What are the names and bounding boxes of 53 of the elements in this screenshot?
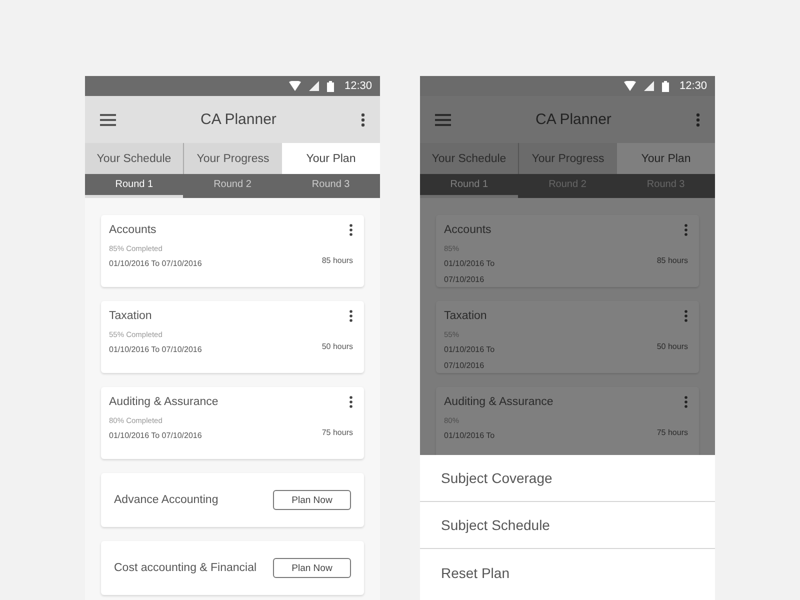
hours-text: 75 hours	[656, 428, 688, 437]
round-tab[interactable]: Round 1	[85, 174, 184, 198]
round-tab[interactable]: Round 1	[420, 174, 518, 198]
signal-icon	[309, 81, 320, 91]
wifi-icon	[289, 81, 302, 91]
hours-text: 50 hours	[322, 342, 353, 351]
menu-icon[interactable]	[435, 114, 451, 126]
subject-name: Advance Accounting	[114, 494, 218, 506]
more-icon[interactable]	[349, 310, 353, 322]
tab[interactable]: Your Plan	[282, 143, 380, 174]
battery-icon	[662, 80, 670, 92]
wifi-icon	[624, 81, 636, 91]
app-title: CA Planner	[200, 111, 276, 128]
date-range: 01/10/2016 To 07/10/2016	[109, 259, 202, 268]
subject-name: Taxation	[109, 310, 152, 322]
more-icon[interactable]	[684, 396, 688, 408]
plan-now-button[interactable]: Plan Now	[273, 490, 351, 510]
round-tab[interactable]: Round 3	[282, 174, 380, 198]
date-range: 01/10/2016 To	[444, 345, 495, 354]
battery-icon	[327, 80, 334, 92]
more-icon[interactable]	[349, 396, 353, 408]
status-time: 12:30	[679, 80, 707, 92]
hours-text: 85 hours	[656, 256, 688, 265]
subject-name: Accounts	[444, 224, 492, 236]
tab[interactable]: Your Schedule	[85, 143, 184, 174]
date-range: 01/10/2016 To	[444, 431, 495, 440]
hours-text: 50 hours	[656, 342, 688, 351]
status-time: 12:30	[344, 80, 372, 92]
more-icon[interactable]	[684, 224, 688, 236]
subject-name: Cost accounting & Financial	[114, 562, 257, 574]
subject-name: Auditing & Assurance	[109, 396, 218, 408]
more-icon[interactable]	[360, 112, 365, 126]
more-icon[interactable]	[684, 310, 688, 322]
app-title: CA Planner	[536, 111, 612, 128]
subject-name: Accounts	[109, 224, 156, 236]
date-range: 07/10/2016	[444, 275, 486, 284]
date-range: 07/10/2016	[444, 361, 486, 370]
plan-now-button[interactable]: Plan Now	[273, 558, 351, 578]
more-icon[interactable]	[349, 224, 353, 236]
subject-name: Auditing & Assurance	[444, 396, 554, 408]
tab[interactable]: Your Progress	[519, 143, 617, 174]
hours-text: 85 hours	[322, 256, 353, 265]
round-tab[interactable]: Round 2	[183, 174, 282, 198]
date-range: 01/10/2016 To	[444, 259, 495, 268]
date-range: 01/10/2016 To 07/10/2016	[109, 345, 202, 354]
menu-icon[interactable]	[100, 114, 116, 126]
signal-icon	[644, 81, 654, 91]
tab[interactable]: Your Progress	[184, 143, 282, 174]
date-range: 01/10/2016 To 07/10/2016	[109, 431, 202, 440]
tab[interactable]: Your Schedule	[420, 143, 519, 174]
tab[interactable]: Your Plan	[617, 143, 715, 174]
hours-text: 75 hours	[322, 428, 353, 437]
subject-name: Taxation	[444, 310, 487, 322]
